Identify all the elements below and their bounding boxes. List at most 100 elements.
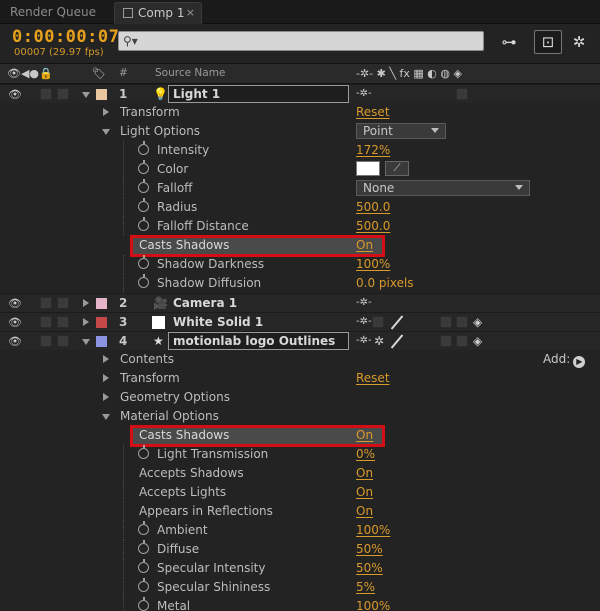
falloff-select[interactable]: None (356, 180, 530, 196)
source-name-column-header[interactable]: Source Name (155, 67, 225, 79)
prop-shadow-diffusion[interactable]: Shadow Diffusion 0.0 pixels (0, 274, 600, 293)
visibility-eye-icon[interactable]: 👁 (8, 316, 22, 329)
prop-intensity[interactable]: Intensity 172% (0, 141, 600, 160)
close-icon[interactable]: × (186, 3, 195, 23)
prop-specular-shininess[interactable]: Specular Shininess 5% (0, 578, 600, 597)
layer-switch-box[interactable] (456, 88, 468, 100)
lock-toggle[interactable] (57, 297, 69, 309)
stopwatch-icon[interactable] (138, 179, 149, 193)
falloff-distance-value[interactable]: 500.0 (356, 219, 390, 233)
current-time-display[interactable]: 0:00:00:07 (12, 27, 119, 47)
expand-triangle-icon[interactable] (103, 355, 109, 363)
quality-slash-icon[interactable] (390, 334, 404, 348)
casts-shadows-value[interactable]: On (356, 428, 373, 442)
expand-triangle-icon[interactable] (103, 393, 109, 401)
light-transmission-value[interactable]: 0% (356, 447, 375, 461)
prop-accepts-shadows[interactable]: Accepts Shadows On (0, 464, 600, 483)
prop-shadow-darkness[interactable]: Shadow Darkness 100% (0, 255, 600, 274)
av-features-icon[interactable]: 👁◀︎●🔒 (7, 67, 53, 80)
collapse-sun-icon[interactable]: ✲ (374, 334, 384, 348)
shadow-darkness-value[interactable]: 100% (356, 257, 390, 271)
stopwatch-icon[interactable] (138, 597, 149, 611)
label-column-icon[interactable]: 🏷 (92, 67, 106, 80)
casts-shadows-value[interactable]: On (356, 238, 373, 252)
hide-shy-layers-icon[interactable]: ✲ (566, 30, 592, 54)
prop-falloff[interactable]: Falloff None (0, 179, 600, 198)
prop-contents[interactable]: Contents Add: ▶ (0, 350, 600, 369)
panel-menu-icon[interactable] (123, 8, 133, 18)
prop-accepts-lights[interactable]: Accepts Lights On (0, 483, 600, 502)
color-swatch[interactable] (356, 161, 380, 176)
layer-row-light-1[interactable]: 👁 1 💡 Light 1 -✲- (0, 84, 600, 103)
label-color-swatch[interactable] (96, 89, 107, 100)
prop-transform-logo[interactable]: Transform Reset (0, 369, 600, 388)
stopwatch-icon[interactable] (138, 540, 149, 554)
shy-switch-icon[interactable]: -✲- (356, 335, 372, 346)
expand-triangle-icon[interactable] (102, 129, 110, 135)
prop-diffuse[interactable]: Diffuse 50% (0, 540, 600, 559)
layer-switch-box[interactable] (456, 335, 468, 347)
intensity-value[interactable]: 172% (356, 143, 390, 157)
tab-comp-1[interactable]: Comp 1 × (114, 2, 202, 24)
shy-switch-icon[interactable]: -✲- (356, 316, 372, 327)
prop-casts-shadows-material[interactable]: Casts Shadows On (0, 425, 600, 447)
stopwatch-icon[interactable] (138, 255, 149, 269)
visibility-eye-icon[interactable]: 👁 (8, 297, 22, 310)
eyedropper-icon[interactable]: ⟋ (385, 161, 409, 176)
quality-slash-icon[interactable] (390, 315, 404, 329)
transform-reset-link[interactable]: Reset (356, 105, 390, 119)
specular-intensity-value[interactable]: 50% (356, 561, 383, 575)
layer-switch-box[interactable] (440, 335, 452, 347)
stopwatch-icon[interactable] (138, 198, 149, 212)
accepts-shadows-value[interactable]: On (356, 466, 373, 480)
transform-reset-link[interactable]: Reset (356, 371, 390, 385)
expand-triangle-icon[interactable] (103, 374, 109, 382)
expand-triangle-icon[interactable] (83, 299, 89, 307)
expand-triangle-icon[interactable] (82, 92, 90, 98)
layer-row-camera-1[interactable]: 👁 2 🎥 Camera 1 -✲- (0, 293, 600, 312)
prop-color[interactable]: Color ⟋ (0, 160, 600, 179)
solo-toggle[interactable] (40, 316, 52, 328)
draft-3d-icon[interactable]: ⊡ (534, 30, 562, 54)
prop-appears-in-reflections[interactable]: Appears in Reflections On (0, 502, 600, 521)
prop-transform[interactable]: Transform Reset (0, 103, 600, 122)
expand-triangle-icon[interactable] (83, 318, 89, 326)
ambient-value[interactable]: 100% (356, 523, 390, 537)
prop-light-transmission[interactable]: Light Transmission 0% (0, 445, 600, 464)
stopwatch-icon[interactable] (138, 521, 149, 535)
accepts-lights-value[interactable]: On (356, 485, 373, 499)
label-color-swatch[interactable] (96, 317, 107, 328)
layer-switch-box[interactable] (456, 316, 468, 328)
stopwatch-icon[interactable] (138, 217, 149, 231)
visibility-eye-icon[interactable]: 👁 (8, 335, 22, 348)
lock-toggle[interactable] (57, 335, 69, 347)
solo-toggle[interactable] (40, 88, 52, 100)
stopwatch-icon[interactable] (138, 445, 149, 459)
metal-value[interactable]: 100% (356, 599, 390, 611)
shadow-diffusion-value[interactable]: 0.0 pixels (356, 276, 414, 290)
layer-row-white-solid-1[interactable]: 👁 3 White Solid 1 -✲- ◈ (0, 312, 600, 331)
prop-material-options[interactable]: Material Options (0, 407, 600, 426)
prop-casts-shadows-light[interactable]: Casts Shadows On (0, 235, 600, 257)
prop-specular-intensity[interactable]: Specular Intensity 50% (0, 559, 600, 578)
stopwatch-icon[interactable] (138, 141, 149, 155)
prop-radius[interactable]: Radius 500.0 (0, 198, 600, 217)
appears-in-reflections-value[interactable]: On (356, 504, 373, 518)
expand-triangle-icon[interactable] (102, 414, 110, 420)
stopwatch-icon[interactable] (138, 578, 149, 592)
layer-row-motionlab-logo[interactable]: 👁 4 ★ motionlab logo Outlines -✲- ✲ ◈ (0, 331, 600, 350)
diffuse-value[interactable]: 50% (356, 542, 383, 556)
light-type-select[interactable]: Point (356, 123, 446, 139)
visibility-eye-icon[interactable]: 👁 (8, 88, 22, 101)
expand-triangle-icon[interactable] (82, 339, 90, 345)
search-input[interactable]: ⚲▾ (118, 31, 484, 51)
lock-toggle[interactable] (57, 88, 69, 100)
shy-switch-icon[interactable]: -✲- (356, 297, 372, 308)
collapse-switch-box[interactable] (372, 316, 384, 328)
layer-switch-box[interactable] (440, 316, 452, 328)
prop-geometry-options[interactable]: Geometry Options (0, 388, 600, 407)
stopwatch-icon[interactable] (138, 160, 149, 174)
stopwatch-icon[interactable] (138, 559, 149, 573)
label-color-swatch[interactable] (96, 336, 107, 347)
solo-toggle[interactable] (40, 297, 52, 309)
